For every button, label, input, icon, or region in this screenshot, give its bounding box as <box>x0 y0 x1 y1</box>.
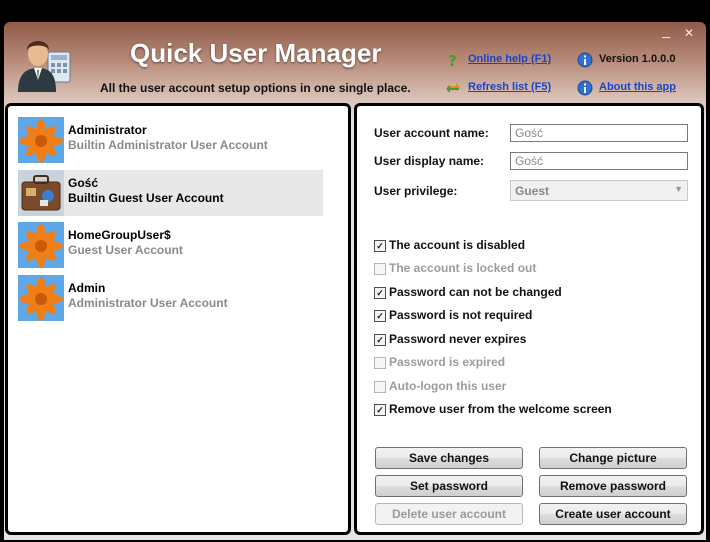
privilege-select[interactable]: Guest ▼ <box>510 180 688 201</box>
user-list-item[interactable]: Admin Administrator User Account <box>18 275 323 321</box>
info-icon <box>577 52 593 68</box>
checkbox-box[interactable] <box>374 263 386 275</box>
privilege-label: User privilege: <box>374 184 458 198</box>
checkbox-box[interactable] <box>374 357 386 369</box>
orange-flower-avatar <box>18 117 64 163</box>
refresh-list-link[interactable]: Refresh list (F5) <box>468 81 551 93</box>
account-name-input[interactable] <box>510 124 688 142</box>
privilege-value: Guest <box>515 184 550 198</box>
checkbox-label: The account is disabled <box>389 238 526 252</box>
checkbox-box[interactable]: ✓ <box>374 310 386 322</box>
checkbox-box[interactable]: ✓ <box>374 334 386 346</box>
checkbox-box[interactable]: ✓ <box>374 287 386 299</box>
checkbox-label: Password is not required <box>389 308 533 322</box>
app-title: Quick User Manager <box>130 38 382 68</box>
display-name-input[interactable] <box>510 152 688 170</box>
user-description: Builtin Guest User Account <box>68 191 224 205</box>
user-manager-logo-icon <box>18 41 71 92</box>
set-password-button[interactable]: Set password <box>375 475 523 497</box>
user-name: Gość <box>68 176 99 190</box>
close-button[interactable]: ✕ <box>684 26 694 40</box>
online-help-link[interactable]: Online help (F1) <box>468 53 551 65</box>
user-list-panel: Administrator Builtin Administrator User… <box>5 103 351 535</box>
minimize-button[interactable]: _ <box>662 22 670 38</box>
orange-flower-avatar <box>18 222 64 268</box>
svg-text:?: ? <box>448 52 457 68</box>
refresh-arrows-icon <box>446 83 460 93</box>
user-list-item[interactable]: Administrator Builtin Administrator User… <box>18 117 323 163</box>
user-list-item[interactable]: HomeGroupUser$ Guest User Account <box>18 222 323 268</box>
checkbox-box[interactable]: ✓ <box>374 240 386 252</box>
checkbox-box[interactable] <box>374 381 386 393</box>
create-user-account-button[interactable]: Create user account <box>539 503 687 525</box>
checkbox-label: Auto-logon this user <box>389 379 507 393</box>
checkbox-box[interactable]: ✓ <box>374 404 386 416</box>
account-name-label: User account name: <box>374 126 489 140</box>
checkbox-label: Password can not be changed <box>389 285 562 299</box>
orange-flower-avatar <box>18 275 64 321</box>
app-window: _ ✕ Quick User Manager All the user acco… <box>4 22 706 540</box>
user-details-panel: User account name: User display name: Us… <box>354 103 704 535</box>
app-subtitle: All the user account setup options in on… <box>100 81 411 95</box>
checkbox-label: Remove user from the welcome screen <box>389 402 612 416</box>
user-description: Administrator User Account <box>68 296 228 310</box>
delete-user-account-button[interactable]: Delete user account <box>375 503 523 525</box>
user-list-item-selected[interactable]: Gość Builtin Guest User Account <box>18 170 323 216</box>
about-link[interactable]: About this app <box>599 81 676 93</box>
chevron-down-icon: ▼ <box>674 184 683 194</box>
save-changes-button[interactable]: Save changes <box>375 447 523 469</box>
user-description: Guest User Account <box>68 243 183 257</box>
version-text: Version 1.0.0.0 <box>599 53 676 65</box>
suitcase-avatar <box>18 170 64 216</box>
user-description: Builtin Administrator User Account <box>68 138 268 152</box>
change-picture-button[interactable]: Change picture <box>539 447 687 469</box>
user-name: Admin <box>68 281 106 295</box>
info-icon <box>577 80 593 96</box>
help-question-icon: ? <box>448 52 457 68</box>
remove-password-button[interactable]: Remove password <box>539 475 687 497</box>
user-name: HomeGroupUser$ <box>68 228 171 242</box>
checkbox-label: Password never expires <box>389 332 527 346</box>
user-name: Administrator <box>68 123 147 137</box>
checkbox-label: The account is locked out <box>389 261 537 275</box>
display-name-label: User display name: <box>374 154 485 168</box>
checkbox-label: Password is expired <box>389 355 506 369</box>
